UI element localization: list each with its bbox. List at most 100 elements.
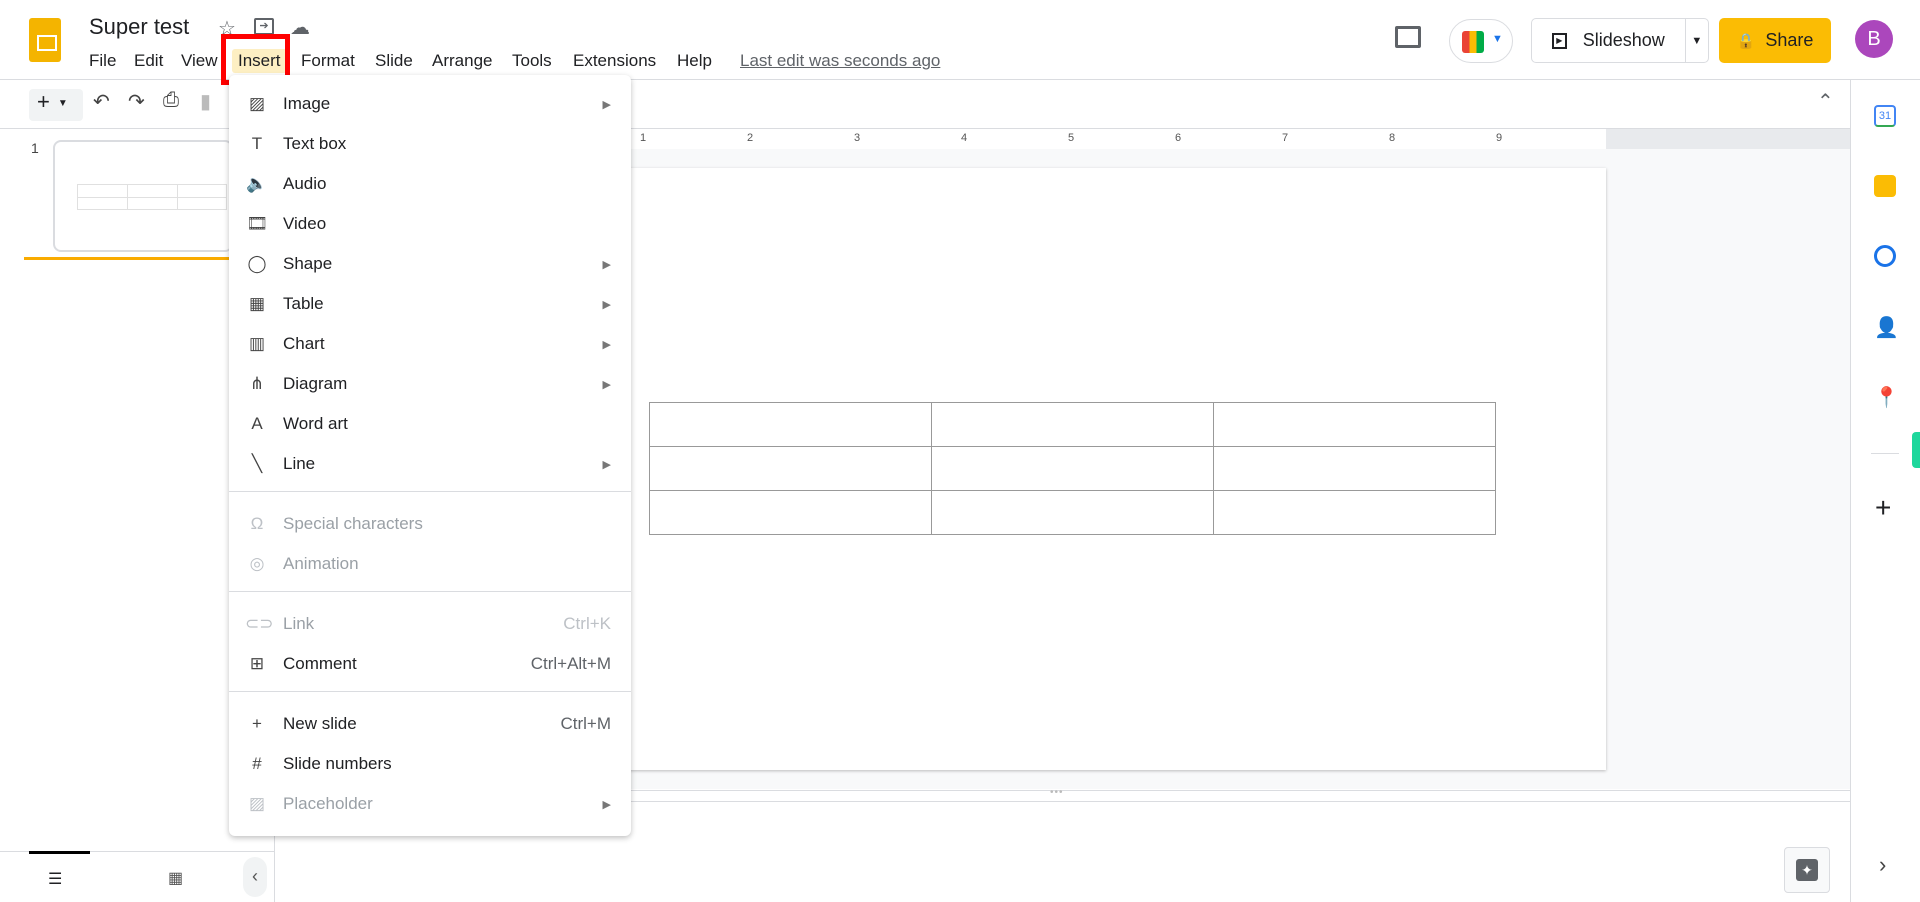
menu-item-label: Link bbox=[283, 614, 315, 633]
chevron-down-icon: ▼ bbox=[1492, 33, 1503, 45]
menu-item-comment[interactable]: ⊞ Comment Ctrl+Alt+M bbox=[229, 644, 631, 684]
menu-item-video[interactable]: 🎞 Video bbox=[229, 204, 631, 244]
print-icon[interactable]: ⎙ bbox=[163, 89, 179, 112]
ruler-label: 8 bbox=[1389, 132, 1396, 144]
menu-help[interactable]: Help bbox=[671, 49, 718, 73]
menu-item-link[interactable]: ⊂⊃ Link Ctrl+K bbox=[229, 604, 631, 644]
menu-item-chart[interactable]: ▥ Chart ▶ bbox=[229, 324, 631, 364]
menu-item-label: Word art bbox=[283, 414, 348, 433]
menu-item-special-characters[interactable]: Ω Special characters bbox=[229, 504, 631, 544]
calendar-icon[interactable]: 31 bbox=[1874, 105, 1896, 127]
menu-slide[interactable]: Slide bbox=[369, 49, 419, 73]
menu-item-slide-numbers[interactable]: # Slide numbers bbox=[229, 744, 631, 784]
table-cell[interactable] bbox=[1213, 446, 1496, 491]
last-edit-link[interactable]: Last edit was seconds ago bbox=[740, 51, 940, 71]
document-title[interactable]: Super test bbox=[89, 14, 189, 40]
table-cell[interactable] bbox=[931, 490, 1214, 535]
table-cell[interactable] bbox=[649, 490, 932, 535]
menu-item-text-box[interactable]: T Text box bbox=[229, 124, 631, 164]
tasks-icon[interactable] bbox=[1874, 245, 1896, 267]
ruler-label: 2 bbox=[747, 132, 754, 144]
resize-handle[interactable]: ••• bbox=[1050, 787, 1064, 798]
menu-extensions[interactable]: Extensions bbox=[567, 49, 662, 73]
menu-item-table[interactable]: ▦ Table ▶ bbox=[229, 284, 631, 324]
menu-item-label: Shape bbox=[283, 254, 333, 273]
menu-item-diagram[interactable]: ⋔ Diagram ▶ bbox=[229, 364, 631, 404]
table-cell[interactable] bbox=[1213, 490, 1496, 535]
undo-icon[interactable]: ↶ bbox=[93, 89, 110, 114]
slide-number: 1 bbox=[31, 140, 39, 156]
new-slide-button[interactable]: + ▼ bbox=[29, 89, 83, 121]
explore-button[interactable]: ✦ bbox=[1784, 847, 1830, 893]
share-button[interactable]: 🔒 Share bbox=[1719, 18, 1831, 63]
menu-tools[interactable]: Tools bbox=[506, 49, 558, 73]
submenu-arrow-icon: ▶ bbox=[602, 98, 611, 111]
meet-button[interactable]: ▼ bbox=[1449, 19, 1513, 63]
move-folder-icon[interactable]: ➔ bbox=[254, 18, 274, 35]
thumbnail-table bbox=[77, 184, 227, 210]
shape-icon: ◯ bbox=[247, 254, 267, 273]
sparkle-icon: ✦ bbox=[1796, 859, 1818, 881]
table-cell[interactable] bbox=[931, 402, 1214, 447]
add-addon-icon[interactable]: + bbox=[1875, 492, 1891, 524]
collapse-filmstrip-button[interactable]: ‹ bbox=[243, 857, 267, 897]
video-icon: 🎞 bbox=[246, 214, 268, 233]
table-cell[interactable] bbox=[649, 402, 932, 447]
slide-thumbnail[interactable] bbox=[53, 140, 233, 252]
menu-item-placeholder[interactable]: ▨ Placeholder ▶ bbox=[229, 784, 631, 824]
menu-arrange[interactable]: Arrange bbox=[426, 49, 498, 73]
plus-icon: + bbox=[252, 714, 262, 733]
collapse-toolbar-icon[interactable]: ⌃ bbox=[1817, 89, 1834, 114]
maps-icon[interactable]: 📍 bbox=[1874, 385, 1899, 409]
menu-separator bbox=[229, 591, 631, 592]
insert-menu: ▨ Image ▶ T Text box 🔈 Audio 🎞 Video ◯ Shape ▶ ▦ Tabl… bbox=[229, 75, 631, 836]
grid-view-icon[interactable]: ▦ bbox=[168, 868, 183, 888]
ruler-slide-area: 1 2 3 4 5 6 7 8 9 bbox=[536, 129, 1606, 149]
submenu-arrow-icon: ▶ bbox=[602, 458, 611, 471]
menu-item-shape[interactable]: ◯ Shape ▶ bbox=[229, 244, 631, 284]
keep-icon[interactable] bbox=[1874, 175, 1896, 197]
menu-item-label: Audio bbox=[283, 174, 327, 193]
comment-add-icon: ⊞ bbox=[249, 654, 265, 673]
hash-icon: # bbox=[252, 754, 262, 773]
expand-side-panel-icon[interactable]: › bbox=[1879, 852, 1886, 878]
menu-item-label: Text box bbox=[283, 134, 347, 153]
redo-icon[interactable]: ↷ bbox=[128, 89, 145, 114]
chart-icon: ▥ bbox=[248, 334, 266, 353]
menu-item-new-slide[interactable]: + New slide Ctrl+M bbox=[229, 704, 631, 744]
table-cell[interactable] bbox=[649, 446, 932, 491]
menu-format[interactable]: Format bbox=[295, 49, 361, 73]
ruler-label: 7 bbox=[1282, 132, 1289, 144]
menu-item-line[interactable]: ╲ Line ▶ bbox=[229, 444, 631, 484]
menu-view[interactable]: View bbox=[175, 49, 224, 73]
slide-table[interactable] bbox=[649, 402, 1496, 535]
table-cell[interactable] bbox=[931, 446, 1214, 491]
comments-icon[interactable] bbox=[1395, 26, 1421, 48]
menu-item-animation[interactable]: ◎ Animation bbox=[229, 544, 631, 584]
avatar[interactable]: B bbox=[1855, 20, 1893, 58]
menu-item-audio[interactable]: 🔈 Audio bbox=[229, 164, 631, 204]
filmstrip-view-icon[interactable]: ☰ bbox=[48, 869, 62, 889]
meet-icon bbox=[1462, 31, 1484, 53]
menu-item-word-art[interactable]: A Word art bbox=[229, 404, 631, 444]
menu-item-label: Slide numbers bbox=[283, 754, 392, 773]
menu-item-image[interactable]: ▨ Image ▶ bbox=[229, 84, 631, 124]
cloud-status-icon[interactable]: ☁ bbox=[290, 15, 310, 40]
slideshow-button[interactable]: ▶ Slideshow ▼ bbox=[1531, 18, 1709, 63]
audio-icon: 🔈 bbox=[246, 174, 268, 193]
omega-icon: Ω bbox=[250, 514, 264, 533]
slideshow-dropdown[interactable]: ▼ bbox=[1684, 19, 1708, 62]
menu-file[interactable]: File bbox=[83, 49, 122, 73]
menu-edit[interactable]: Edit bbox=[128, 49, 169, 73]
ruler-label: 9 bbox=[1496, 132, 1503, 144]
ruler-label: 3 bbox=[854, 132, 861, 144]
menu-item-label: Table bbox=[283, 294, 324, 313]
menu-item-label: Line bbox=[283, 454, 316, 473]
contacts-icon[interactable]: 👤 bbox=[1874, 315, 1899, 339]
menu-separator bbox=[229, 491, 631, 492]
slides-logo[interactable] bbox=[29, 18, 61, 62]
side-panel-tab[interactable] bbox=[1912, 432, 1920, 468]
table-cell[interactable] bbox=[1213, 402, 1496, 447]
paint-format-icon[interactable]: ▮ bbox=[200, 89, 211, 114]
submenu-arrow-icon: ▶ bbox=[602, 298, 611, 311]
